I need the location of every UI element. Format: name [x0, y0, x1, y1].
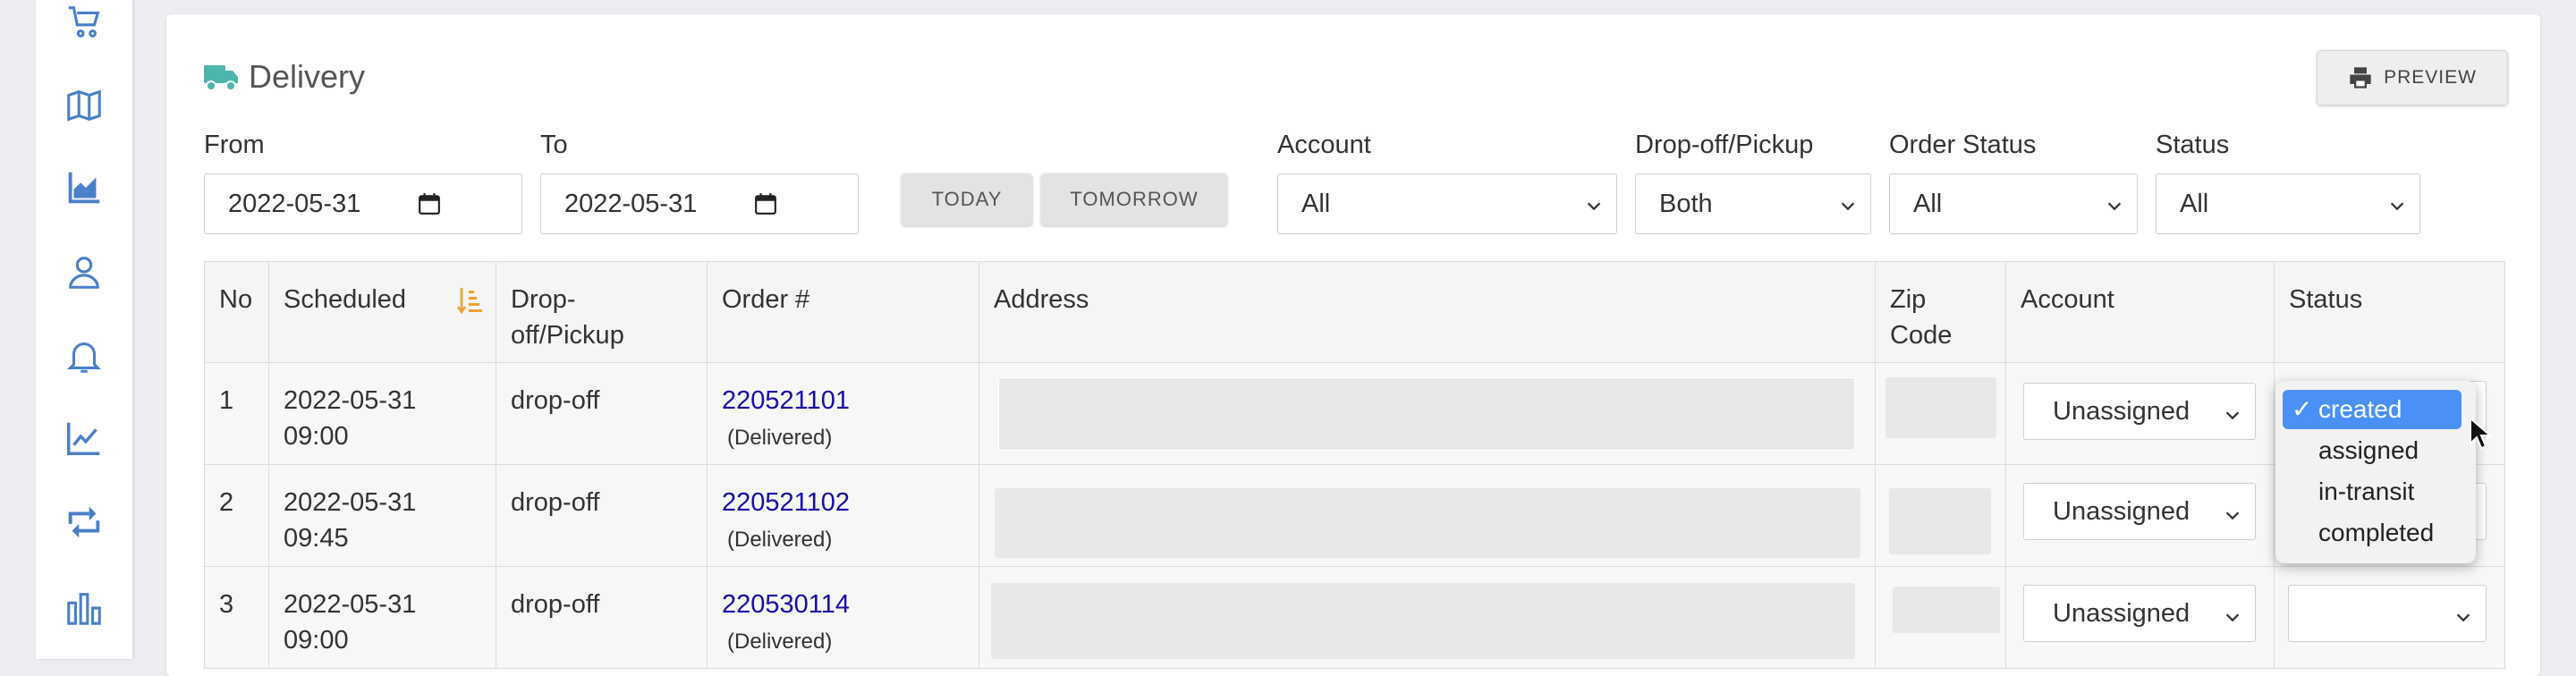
cell-scheduled: 2022-05-31 09:45: [268, 464, 496, 567]
chevron-down-icon: [1841, 202, 1855, 211]
chevron-down-icon: [2390, 202, 2404, 211]
checkmark-icon: ✓: [2292, 395, 2313, 423]
cell-order: 220521102 (Delivered): [707, 464, 979, 567]
chevron-down-icon: [2225, 411, 2240, 420]
preview-button[interactable]: PREVIEW: [2317, 50, 2508, 106]
truck-icon: [204, 65, 238, 91]
bell-icon[interactable]: [63, 334, 106, 377]
calendar-icon[interactable]: [754, 192, 777, 215]
chevron-down-icon: [2107, 202, 2122, 211]
status-filter-value: All: [2180, 189, 2209, 218]
status-dropdown-menu: ✓ created assigned in-transit completed: [2275, 381, 2476, 563]
status-option[interactable]: assigned: [2275, 433, 2476, 469]
status-filter-label: Status: [2156, 131, 2230, 159]
order-link[interactable]: 220521101: [722, 386, 850, 415]
account-select[interactable]: Unassigned: [2023, 383, 2256, 440]
order-link[interactable]: 220530114: [722, 590, 850, 619]
status-option[interactable]: in-transit: [2275, 474, 2476, 510]
preview-label: PREVIEW: [2384, 67, 2477, 88]
chevron-down-icon: [2225, 511, 2240, 520]
area-chart-icon[interactable]: [63, 166, 106, 209]
cell-no: 1: [204, 362, 269, 465]
status-filter-select[interactable]: All: [2156, 173, 2420, 234]
cell-type: drop-off: [496, 566, 708, 669]
account-filter-value: All: [1301, 189, 1331, 218]
zip-input[interactable]: [1889, 488, 1991, 554]
dropoff-filter-label: Drop-off/Pickup: [1635, 131, 1814, 159]
to-date-input[interactable]: 2022-05-31: [540, 173, 859, 234]
line-chart-icon[interactable]: [63, 417, 106, 460]
zip-input[interactable]: [1893, 587, 2000, 633]
cell-type: drop-off: [496, 362, 708, 465]
column-header-scheduled[interactable]: Scheduled: [268, 261, 496, 363]
user-icon[interactable]: [63, 250, 106, 293]
order-status: (Delivered): [727, 630, 833, 654]
chevron-down-icon: [2225, 613, 2240, 622]
calendar-icon[interactable]: [418, 192, 441, 215]
order-status-filter-label: Order Status: [1889, 131, 2037, 159]
account-select-value: Unassigned: [2053, 396, 2190, 426]
page-title: Delivery: [204, 55, 365, 98]
column-header-zip: Zip Code: [1875, 261, 2006, 363]
account-filter-label: Account: [1277, 131, 1371, 159]
account-select-value: Unassigned: [2053, 598, 2190, 628]
order-link[interactable]: 220521102: [722, 488, 850, 517]
page-title-text: Delivery: [249, 58, 366, 95]
account-filter-select[interactable]: All: [1277, 173, 1617, 234]
table-header-row: No Scheduled Drop-off/Pickup Order # Add…: [204, 261, 2505, 363]
status-option-selected[interactable]: ✓ created: [2283, 390, 2462, 429]
cell-order: 220521101 (Delivered): [707, 362, 979, 465]
status-option-label: created: [2318, 395, 2402, 423]
to-date-value: 2022-05-31: [564, 189, 698, 218]
address-input[interactable]: [991, 583, 1855, 659]
address-input[interactable]: [998, 377, 1855, 451]
address-input[interactable]: [995, 488, 1860, 558]
mouse-cursor-icon: [2470, 417, 2493, 450]
dropoff-filter-value: Both: [1659, 189, 1713, 218]
to-label: To: [540, 131, 568, 159]
from-date-value: 2022-05-31: [228, 189, 361, 218]
column-header-no: No: [204, 261, 269, 363]
status-select[interactable]: [2288, 585, 2487, 642]
chevron-down-icon: [2456, 613, 2470, 622]
cell-order: 220530114 (Delivered): [707, 566, 979, 669]
sort-ascending-icon[interactable]: [456, 285, 483, 316]
from-label: From: [204, 131, 265, 159]
retweet-icon[interactable]: [63, 501, 106, 544]
cell-no: 2: [204, 464, 269, 567]
today-button[interactable]: TODAY: [902, 173, 1032, 225]
cell-type: drop-off: [496, 464, 708, 567]
sidebar: [36, 0, 132, 659]
zip-input[interactable]: [1885, 377, 1996, 438]
order-status-filter-value: All: [1913, 189, 1943, 218]
cell-no: 3: [204, 566, 269, 669]
tomorrow-button[interactable]: TOMORROW: [1041, 173, 1227, 225]
column-header-order: Order #: [707, 261, 979, 363]
map-icon[interactable]: [63, 84, 106, 127]
chevron-down-icon: [1587, 202, 1601, 211]
column-header-address: Address: [979, 261, 1876, 363]
cart-icon[interactable]: [63, 0, 106, 43]
bar-chart-icon[interactable]: [63, 587, 106, 630]
order-status-filter-select[interactable]: All: [1889, 173, 2138, 234]
column-header-dropoff: Drop-off/Pickup: [496, 261, 708, 363]
status-option[interactable]: completed: [2275, 515, 2476, 551]
column-header-account: Account: [2005, 261, 2275, 363]
column-header-status: Status: [2274, 261, 2505, 363]
cell-scheduled: 2022-05-31 09:00: [268, 566, 496, 669]
account-select[interactable]: Unassigned: [2023, 483, 2256, 540]
dropoff-filter-select[interactable]: Both: [1635, 173, 1871, 234]
cell-scheduled: 2022-05-31 09:00: [268, 362, 496, 465]
account-select-value: Unassigned: [2053, 496, 2190, 526]
print-icon: [2350, 67, 2371, 89]
order-status: (Delivered): [727, 426, 833, 450]
from-date-input[interactable]: 2022-05-31: [204, 173, 522, 234]
account-select[interactable]: Unassigned: [2023, 585, 2256, 642]
order-status: (Delivered): [727, 528, 833, 552]
